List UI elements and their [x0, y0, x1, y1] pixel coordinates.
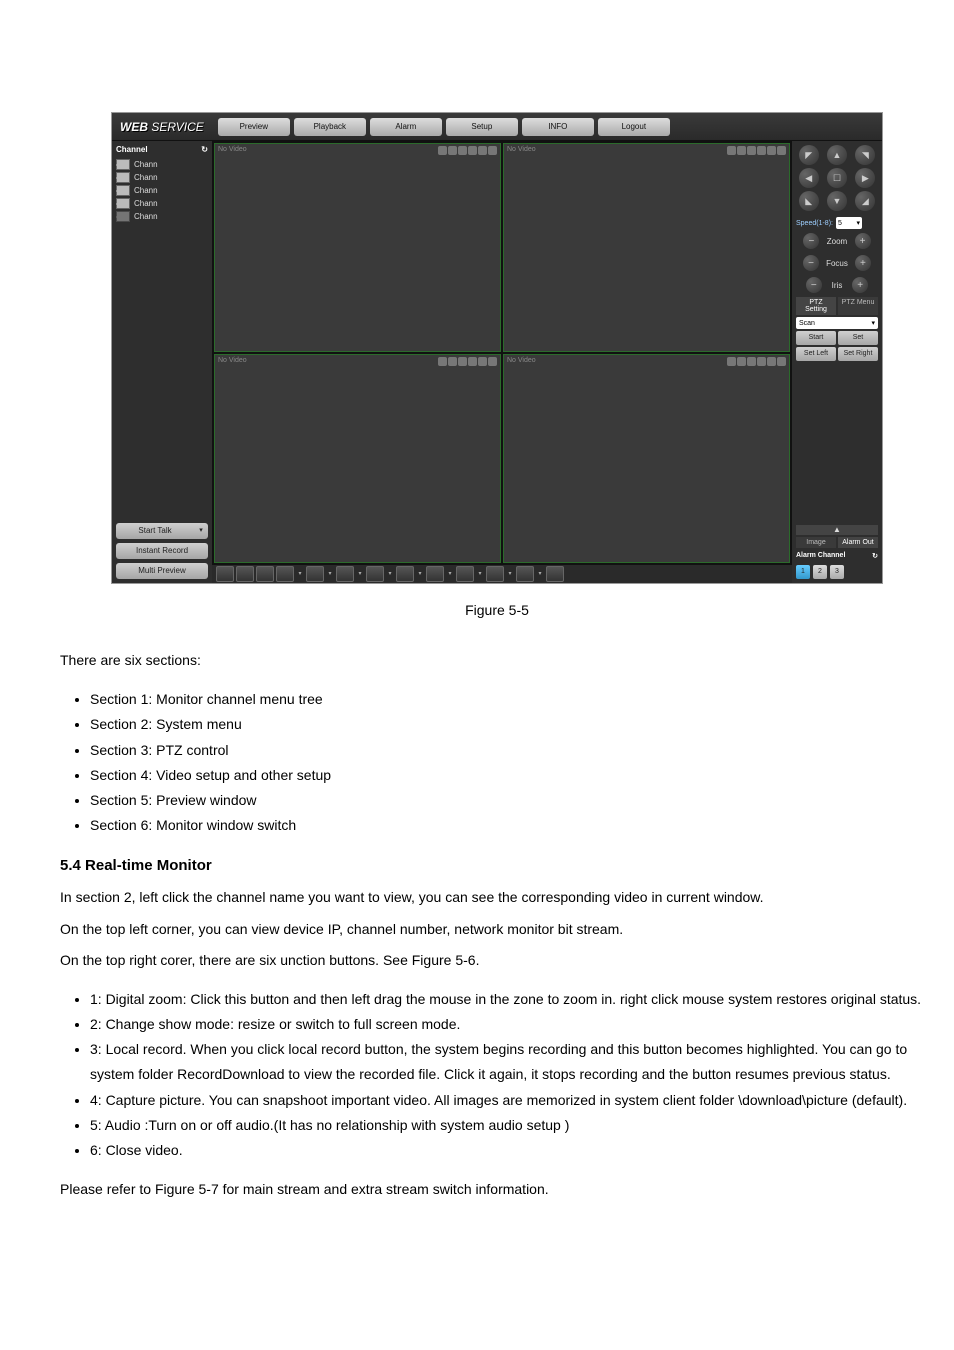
audio-icon[interactable] — [478, 146, 487, 155]
alarm-ch-3[interactable]: 3 — [830, 565, 844, 579]
focus-plus[interactable]: + — [855, 255, 871, 271]
channel-header: Channel — [116, 145, 148, 154]
zoom-icon[interactable] — [438, 146, 447, 155]
focus-minus[interactable]: − — [803, 255, 819, 271]
layout-button[interactable] — [236, 566, 254, 582]
layout-button[interactable] — [456, 566, 474, 582]
tab-logout[interactable]: Logout — [598, 118, 670, 136]
snapshot-icon[interactable] — [468, 146, 477, 155]
video-pane[interactable]: No Video — [214, 143, 501, 352]
ptz-down-right[interactable]: ◢ — [855, 191, 875, 211]
tab-alarm[interactable]: Alarm — [370, 118, 442, 136]
ptz-up-right[interactable]: ◥ — [855, 145, 875, 165]
layout-button[interactable] — [366, 566, 384, 582]
mode-icon[interactable] — [448, 146, 457, 155]
layout-button[interactable] — [306, 566, 324, 582]
collapse-icon[interactable]: ▲ — [796, 525, 878, 535]
scan-select[interactable]: Scan▾ — [796, 317, 878, 329]
iris-plus[interactable]: + — [852, 277, 868, 293]
sidebar-left: Channel ↻ Chann Chann Chann Chann Chann … — [112, 141, 212, 583]
app-logo: WEB SERVICE — [112, 120, 212, 134]
refresh-icon[interactable]: ↻ — [872, 552, 878, 560]
ptz-down-left[interactable]: ◣ — [799, 191, 819, 211]
ptz-right[interactable]: ▶ — [855, 168, 875, 188]
instant-record-button[interactable]: Instant Record — [116, 543, 208, 559]
channel-item[interactable]: Chann — [116, 211, 208, 222]
alarm-ch-2[interactable]: 2 — [813, 565, 827, 579]
ptz-down[interactable]: ▼ — [827, 191, 847, 211]
topbar: WEB SERVICE Preview Playback Alarm Setup… — [112, 113, 882, 141]
tab-playback[interactable]: Playback — [294, 118, 366, 136]
layout-button[interactable] — [396, 566, 414, 582]
ptz-up-left[interactable]: ◤ — [799, 145, 819, 165]
set-button[interactable]: Set — [838, 331, 878, 345]
figure-caption: Figure 5-5 — [20, 602, 954, 618]
start-talk-button[interactable]: Start Talk — [116, 523, 194, 539]
layout-button[interactable] — [216, 566, 234, 582]
start-button[interactable]: Start — [796, 331, 836, 345]
ptz-up[interactable]: ▲ — [827, 145, 847, 165]
camera-icon — [116, 172, 130, 183]
layout-toolbar: ▾ ▾ ▾ ▾ ▾ ▾ ▾ ▾ ▾ — [212, 565, 792, 583]
alarm-ch-1[interactable]: 1 — [796, 565, 810, 579]
document-text: There are six sections: Section 1: Monit… — [60, 648, 934, 1202]
layout-button[interactable] — [426, 566, 444, 582]
set-left-button[interactable]: Set Left — [796, 347, 836, 361]
video-pane[interactable]: No Video — [214, 354, 501, 563]
ptz-pad: ◤ ▲ ◥ ◀ ☐ ▶ ◣ ▼ ◢ — [796, 145, 878, 211]
camera-icon — [116, 211, 130, 222]
channel-item[interactable]: Chann — [116, 159, 208, 170]
speed-select[interactable]: 5▾ — [836, 217, 862, 229]
layout-button[interactable] — [276, 566, 294, 582]
record-icon[interactable] — [458, 146, 467, 155]
set-right-button[interactable]: Set Right — [838, 347, 878, 361]
zoom-label: Zoom — [827, 237, 847, 246]
channel-item[interactable]: Chann — [116, 198, 208, 209]
ptz-setting-tab[interactable]: PTZ Setting — [796, 297, 836, 315]
camera-icon — [116, 185, 130, 196]
camera-icon — [116, 159, 130, 170]
camera-icon — [116, 198, 130, 209]
video-pane[interactable]: No Video — [503, 354, 790, 563]
ptz-left[interactable]: ◀ — [799, 168, 819, 188]
layout-button[interactable] — [546, 566, 564, 582]
focus-label: Focus — [826, 259, 848, 268]
layout-button[interactable] — [516, 566, 534, 582]
refresh-icon[interactable]: ↻ — [201, 145, 208, 154]
screenshot-figure: WEB SERVICE Preview Playback Alarm Setup… — [111, 112, 883, 584]
start-talk-dropdown[interactable]: ▾ — [194, 523, 208, 539]
alarm-channel-label: Alarm Channel — [796, 552, 845, 560]
zoom-plus[interactable]: + — [855, 233, 871, 249]
video-pane[interactable]: No Video — [503, 143, 790, 352]
video-area: No Video No Video No Video No Video ▾ ▾ … — [212, 141, 792, 583]
iris-minus[interactable]: − — [806, 277, 822, 293]
layout-button[interactable] — [336, 566, 354, 582]
image-tab[interactable]: Image — [796, 537, 836, 548]
sidebar-right: ◤ ▲ ◥ ◀ ☐ ▶ ◣ ▼ ◢ Speed(1-8):5▾ −Zoom+ −… — [792, 141, 882, 583]
ptz-menu-tab[interactable]: PTZ Menu — [838, 297, 878, 315]
ptz-center[interactable]: ☐ — [827, 168, 847, 188]
multi-preview-button[interactable]: Multi Preview — [116, 563, 208, 579]
channel-item[interactable]: Chann — [116, 185, 208, 196]
layout-button[interactable] — [486, 566, 504, 582]
channel-item[interactable]: Chann — [116, 172, 208, 183]
top-tabs: Preview Playback Alarm Setup INFO Logout — [218, 118, 674, 136]
close-icon[interactable] — [488, 146, 497, 155]
iris-label: Iris — [832, 281, 843, 290]
tab-info[interactable]: INFO — [522, 118, 594, 136]
zoom-minus[interactable]: − — [803, 233, 819, 249]
layout-button[interactable] — [256, 566, 274, 582]
alarm-out-tab[interactable]: Alarm Out — [838, 537, 878, 548]
tab-preview[interactable]: Preview — [218, 118, 290, 136]
speed-label: Speed(1-8): — [796, 220, 833, 227]
tab-setup[interactable]: Setup — [446, 118, 518, 136]
